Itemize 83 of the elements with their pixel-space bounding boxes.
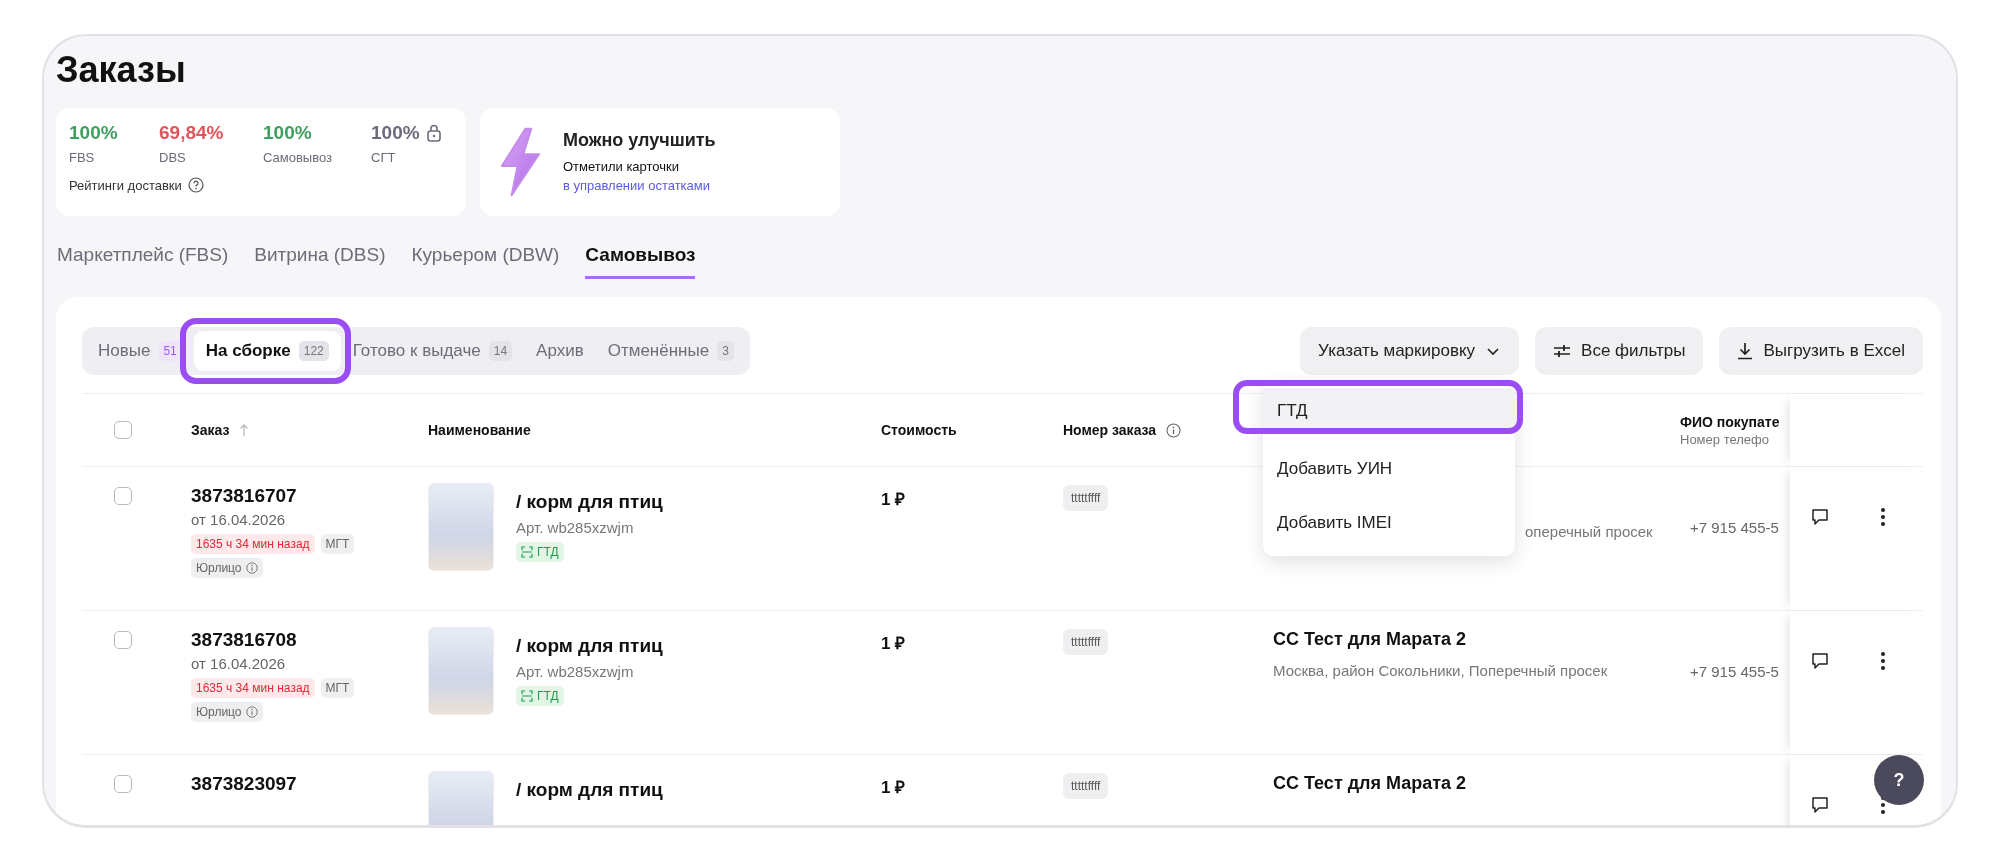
scan-icon [521, 546, 533, 558]
count-badge: 14 [488, 341, 513, 361]
rating-value: 100% [371, 122, 420, 144]
elapsed-time-tag: 1635 ч 34 мин назад [191, 678, 315, 698]
rating-value: 100% [69, 122, 118, 144]
price: 1 ₽ [881, 489, 906, 510]
comment-icon[interactable] [1810, 507, 1830, 527]
delivery-tab[interactable]: Маркетплейс (FBS) [57, 244, 229, 279]
rating-label: DBS [159, 150, 187, 165]
comment-icon[interactable] [1810, 651, 1830, 671]
order-date: от 16.04.2026 [191, 655, 286, 672]
buyer-name: СС Тест для Марата 2 [1273, 629, 1467, 650]
type-tag: МГТ [320, 678, 355, 698]
sliders-icon [1553, 343, 1572, 359]
download-icon [1737, 342, 1754, 360]
more-icon[interactable] [1880, 651, 1886, 671]
column-subheader: Номер телефо [1680, 431, 1770, 447]
comment-icon[interactable] [1810, 795, 1830, 815]
help-icon[interactable] [187, 177, 204, 193]
column-header: Номер заказа [1063, 422, 1157, 438]
product-sku: Арт. wb285xzwjm [516, 519, 635, 536]
filters-button[interactable]: Все фильтры [1535, 327, 1704, 375]
product-name[interactable]: / корм для птиц [516, 635, 663, 657]
status-tab[interactable]: Новые 51 [86, 331, 194, 371]
price: 1 ₽ [881, 633, 906, 654]
status-tab[interactable]: Отменённые 3 [595, 331, 746, 371]
row-checkbox[interactable] [114, 487, 132, 505]
status-tab[interactable]: Архив [524, 331, 596, 371]
column-header: Стоимость [881, 422, 957, 438]
buyer-phone: +7 915 455-5 [1690, 519, 1779, 536]
rating-label: FBS [69, 150, 96, 165]
info-icon[interactable] [245, 706, 258, 718]
price: 1 ₽ [881, 777, 906, 798]
rating-value: 100% [263, 122, 312, 144]
status-tab[interactable]: Готово к выдаче 14 [340, 331, 525, 371]
buyer-phone: +7 915 455-5 [1690, 663, 1779, 680]
status-tab[interactable]: На сборке 122 [193, 331, 341, 371]
rating-value: 69,84% [159, 122, 224, 144]
order-number-tag: tttttffff [1063, 485, 1109, 511]
order-id[interactable]: 3873816707 [191, 485, 297, 507]
delivery-tab[interactable]: Самовывоз [585, 244, 696, 279]
page-title: Заказы [56, 48, 187, 92]
client-type-tag: Юрлицо [191, 558, 263, 578]
row-checkbox[interactable] [114, 631, 132, 649]
row-checkbox[interactable] [114, 775, 132, 793]
ratings-caption: Рейтинги доставки [69, 177, 182, 193]
column-header: Наименование [428, 422, 531, 438]
buyer-address: Москва, район Сокольники, Поперечный просек [1273, 662, 1608, 679]
menu-item[interactable]: Добавить УИН [1263, 442, 1515, 496]
count-badge: 122 [298, 341, 329, 361]
count-badge: 51 [158, 341, 182, 361]
order-date: от 16.04.2026 [191, 511, 286, 528]
marking-tag: ГТД [516, 542, 564, 562]
marking-dropdown-button[interactable]: Указать маркировку [1300, 327, 1520, 375]
product-sku: Арт. wb285xzwjm [516, 663, 635, 680]
more-icon[interactable] [1880, 507, 1886, 527]
export-button[interactable]: Выгрузить в Excel [1719, 327, 1923, 375]
buyer-name: СС Тест для Марата 2 [1273, 773, 1467, 794]
info-icon[interactable] [1166, 422, 1182, 438]
delivery-tab[interactable]: Витрина (DBS) [254, 244, 386, 279]
column-header: ФИО покупате [1680, 413, 1780, 430]
rating-label: СГТ [371, 150, 397, 165]
promo-link[interactable]: в управлении остатками [562, 177, 711, 193]
order-number-tag: tttttffff [1063, 773, 1109, 799]
order-id[interactable]: 3873823097 [191, 773, 297, 795]
order-id[interactable]: 3873816708 [191, 629, 297, 651]
info-icon[interactable] [245, 562, 258, 574]
product-name[interactable]: / корм для птиц [516, 779, 663, 801]
promo-title: Можно улучшить [562, 129, 717, 151]
type-tag: МГТ [320, 534, 355, 554]
product-name[interactable]: / корм для птиц [516, 491, 663, 513]
delivery-tab[interactable]: Курьером (DBW) [411, 244, 560, 279]
elapsed-time-tag: 1635 ч 34 мин назад [191, 534, 315, 554]
order-number-tag: tttttffff [1063, 629, 1109, 655]
count-badge: 3 [717, 341, 734, 361]
column-header[interactable]: Заказ [191, 422, 230, 438]
scan-icon [521, 690, 533, 702]
menu-item[interactable]: Добавить IMEI [1263, 496, 1515, 550]
client-type-tag: Юрлицо [191, 702, 263, 722]
rating-label: Самовывоз [263, 150, 333, 165]
marking-tag: ГТД [516, 686, 564, 706]
promo-text: Отметили карточки в управлении остатками [562, 157, 712, 195]
select-all-checkbox[interactable] [114, 421, 132, 439]
